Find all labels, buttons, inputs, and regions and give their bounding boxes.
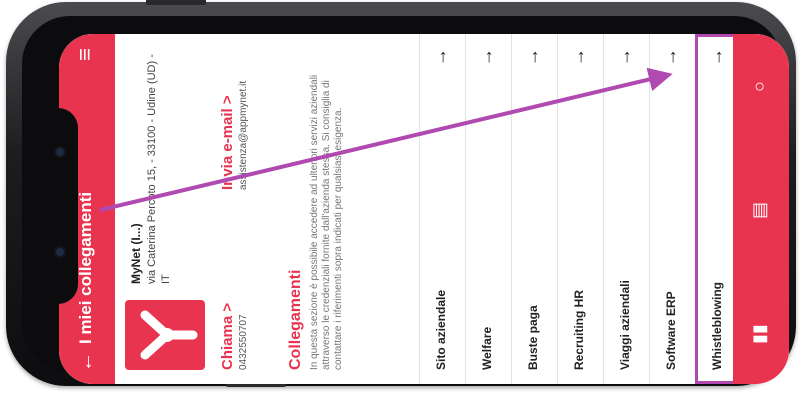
app-view: ← I miei collegamenti ≡ MyNet (I...) via… (59, 34, 789, 384)
list-item[interactable]: Software ERP → (649, 34, 695, 384)
list-item-label: Software ERP (664, 291, 678, 370)
arrow-up-icon: → (660, 48, 680, 66)
phone-screen: ← I miei collegamenti ≡ MyNet (I...) via… (59, 34, 789, 384)
list-item-label: Whistleblowing (710, 282, 724, 370)
email-link[interactable]: Invia e-mail > (219, 81, 236, 190)
company-name: MyNet (I...) (129, 223, 143, 284)
section-title: Collegamenti (287, 269, 304, 370)
list-item-label: Recruiting HR (572, 289, 586, 370)
section-description: In questa sezione è possibile accedere a… (309, 74, 344, 370)
phone-frame: ← I miei collegamenti ≡ MyNet (I...) via… (6, 0, 796, 387)
call-link[interactable]: Chiama > (219, 303, 236, 370)
arrow-up-icon: → (476, 48, 496, 66)
bottom-nav: ▮▮ ▤ ○ (733, 34, 789, 384)
list-item[interactable]: Viaggi aziendali → (603, 34, 649, 384)
contacts-row: Chiama > 0432550707 Invia e-mail > assis… (219, 44, 279, 370)
volume-button (146, 0, 206, 5)
company-address: via Caterina Percoto 15, - 33100 - Udine… (146, 54, 172, 284)
links-section: Collegamenti In questa sezione è possibi… (287, 44, 345, 370)
email-contact[interactable]: Invia e-mail > assistenza@appmynet.it (219, 81, 249, 190)
arrow-up-icon: → (430, 48, 450, 66)
links-list: Sito aziendale → Welfare → Buste paga → (419, 34, 741, 384)
email-address: assistenza@appmynet.it (238, 80, 249, 190)
arrow-up-icon: → (614, 48, 634, 66)
company-card: MyNet (I...) via Caterina Percoto 15, - … (125, 44, 213, 370)
page-title: I miei collegamenti (76, 191, 95, 344)
arrow-up-icon: → (706, 48, 726, 66)
list-item[interactable]: Welfare → (465, 34, 511, 384)
menu-icon[interactable]: ≡ (72, 48, 97, 61)
list-item-label: Viaggi aziendali (618, 280, 632, 370)
company-logo (125, 300, 205, 370)
list-item-label: Welfare (480, 326, 494, 370)
list-item-label: Sito aziendale (434, 289, 448, 370)
list-item-label: Buste paga (526, 305, 540, 370)
list-item[interactable]: Sito aziendale → (419, 34, 465, 384)
call-number: 0432550707 (238, 314, 249, 370)
arrow-left-icon[interactable]: ← (75, 352, 97, 372)
document-icon[interactable]: ▤ (749, 202, 769, 219)
call-contact[interactable]: Chiama > 0432550707 (219, 303, 249, 370)
columns-icon[interactable]: ▮▮ (749, 324, 769, 344)
sensor-icon (56, 248, 64, 256)
arrow-up-icon: → (522, 48, 542, 66)
search-icon[interactable]: ○ (749, 81, 769, 92)
list-item[interactable]: Recruiting HR → (557, 34, 603, 384)
list-item[interactable]: Buste paga → (511, 34, 557, 384)
arrow-up-icon: → (568, 48, 588, 66)
stage: ← I miei collegamenti ≡ MyNet (I...) via… (0, 0, 805, 396)
phone-bezel: ← I miei collegamenti ≡ MyNet (I...) via… (22, 16, 789, 384)
phone-notch (44, 108, 78, 304)
camera-icon (56, 148, 64, 156)
